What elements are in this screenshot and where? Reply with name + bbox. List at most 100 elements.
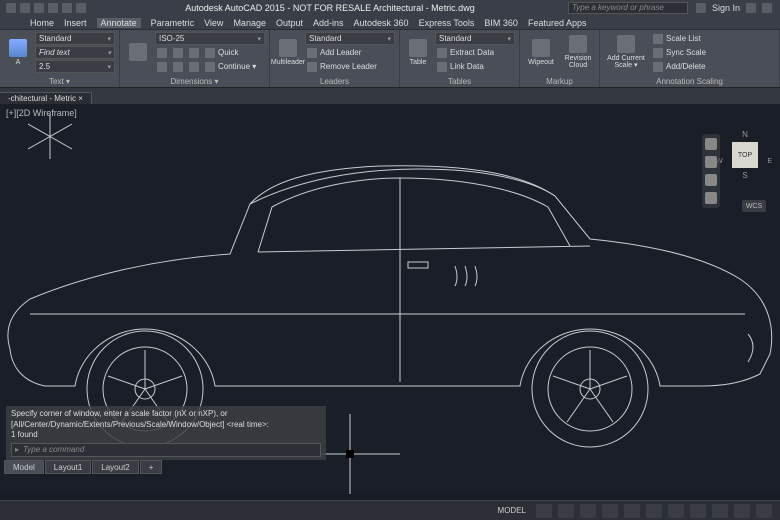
exchange-icon[interactable] xyxy=(746,3,756,13)
multileader-button[interactable]: Multileader xyxy=(274,32,302,72)
annoscale-icon[interactable] xyxy=(712,504,728,518)
mtext-icon xyxy=(9,39,27,57)
polar-toggle-icon[interactable] xyxy=(602,504,618,518)
dim-radius-icon xyxy=(173,62,183,72)
extract-data-button[interactable]: Extract Data xyxy=(435,46,515,59)
panel-dim-title[interactable]: Dimensions ▾ xyxy=(120,77,269,86)
tab-bim360[interactable]: BIM 360 xyxy=(484,18,518,28)
view-cube[interactable]: N W TOP E S xyxy=(722,130,768,190)
panel-markup: Wipeout Revision Cloud Markup xyxy=(520,30,600,87)
command-prompt-icon: ▸ xyxy=(15,445,19,455)
panel-text: A Standard Find text 2.5 Text ▾ xyxy=(0,30,120,87)
text-style-dropdown[interactable]: Standard xyxy=(35,32,115,45)
tab-express[interactable]: Express Tools xyxy=(419,18,475,28)
tab-addins[interactable]: Add-ins xyxy=(313,18,344,28)
grid-toggle-icon[interactable] xyxy=(536,504,552,518)
dim-style-dropdown[interactable]: ISO-25 xyxy=(155,32,265,45)
panel-dimensions: ISO-25 Quick Continue ▾ Dimensions ▾ xyxy=(120,30,270,87)
panel-text-title[interactable]: Text ▾ xyxy=(0,77,119,86)
file-tabs: -chitectural - Metric × xyxy=(0,88,780,104)
dimension-button[interactable] xyxy=(124,32,152,72)
workspace-icon[interactable] xyxy=(734,504,750,518)
help-search-input[interactable]: Type a keyword or phrase xyxy=(568,2,688,14)
add-delete-icon xyxy=(653,62,663,72)
continue-icon xyxy=(205,62,215,72)
dim-ordinate-button[interactable] xyxy=(187,60,201,73)
dim-aligned-button[interactable] xyxy=(171,46,185,59)
osnap-toggle-icon[interactable] xyxy=(624,504,640,518)
layout-tab-layout2[interactable]: Layout2 xyxy=(92,460,138,474)
tab-output[interactable]: Output xyxy=(276,18,303,28)
title-bar: Autodesk AutoCAD 2015 - NOT FOR RESALE A… xyxy=(0,0,780,16)
ortho-toggle-icon[interactable] xyxy=(580,504,596,518)
pan-icon[interactable] xyxy=(705,156,717,168)
remove-leader-button[interactable]: Remove Leader xyxy=(305,60,395,73)
tab-annotate[interactable]: Annotate xyxy=(97,18,141,28)
drawing-canvas[interactable]: [+][2D Wireframe] xyxy=(0,104,780,494)
add-delete-scale-button[interactable]: Add/Delete xyxy=(651,60,775,73)
model-space-toggle[interactable]: MODEL xyxy=(494,506,530,515)
add-leader-button[interactable]: Add Leader xyxy=(305,46,395,59)
customize-icon[interactable] xyxy=(756,504,772,518)
quick-access-toolbar xyxy=(0,3,92,13)
sign-in-button[interactable]: Sign In xyxy=(712,3,740,13)
dim-linear-button[interactable] xyxy=(155,46,169,59)
sync-scale-icon xyxy=(653,48,663,58)
app-menu-icon[interactable] xyxy=(6,3,16,13)
continue-dim-button[interactable]: Continue ▾ xyxy=(203,60,258,73)
wcs-label[interactable]: WCS xyxy=(742,200,766,212)
new-icon[interactable] xyxy=(20,3,30,13)
add-leader-icon xyxy=(307,48,317,58)
window-title: Autodesk AutoCAD 2015 - NOT FOR RESALE A… xyxy=(92,3,568,13)
tab-a360[interactable]: Autodesk 360 xyxy=(354,18,409,28)
layout-tab-add[interactable]: + xyxy=(140,460,163,474)
layout-tabs: Model Layout1 Layout2 + xyxy=(0,460,162,474)
open-icon[interactable] xyxy=(34,3,44,13)
zoom-extents-icon[interactable] xyxy=(705,174,717,186)
panel-tables-title[interactable]: Tables xyxy=(400,77,519,86)
save-icon[interactable] xyxy=(48,3,58,13)
command-input[interactable]: ▸ Type a command xyxy=(11,443,321,457)
revcloud-button[interactable]: Revision Cloud xyxy=(561,32,595,72)
redo-icon[interactable] xyxy=(76,3,86,13)
help-icon[interactable] xyxy=(762,3,772,13)
navigation-bar xyxy=(702,134,720,208)
layout-tab-layout1[interactable]: Layout1 xyxy=(45,460,91,474)
table-style-dropdown[interactable]: Standard xyxy=(435,32,515,45)
snap-toggle-icon[interactable] xyxy=(558,504,574,518)
mtext-button[interactable]: A xyxy=(4,32,32,72)
transparency-toggle-icon[interactable] xyxy=(690,504,706,518)
steering-wheel-icon[interactable] xyxy=(705,138,717,150)
tab-view[interactable]: View xyxy=(204,18,223,28)
wipeout-button[interactable]: Wipeout xyxy=(524,32,558,72)
panel-leaders-title[interactable]: Leaders xyxy=(270,77,399,86)
dim-angular-button[interactable] xyxy=(187,46,201,59)
dim-radius-button[interactable] xyxy=(171,60,185,73)
tab-insert[interactable]: Insert xyxy=(64,18,87,28)
orbit-icon[interactable] xyxy=(705,192,717,204)
link-data-button[interactable]: Link Data xyxy=(435,60,515,73)
find-text-input[interactable]: Find text xyxy=(35,46,115,59)
sync-scale-button[interactable]: Sync Scale xyxy=(651,46,775,59)
panel-markup-title: Markup xyxy=(520,77,599,86)
table-button[interactable]: Table xyxy=(404,32,432,72)
leader-style-dropdown[interactable]: Standard xyxy=(305,32,395,45)
layout-tab-model[interactable]: Model xyxy=(4,460,44,474)
tab-home[interactable]: Home xyxy=(30,18,54,28)
undo-icon[interactable] xyxy=(62,3,72,13)
viewcube-top-face[interactable]: TOP xyxy=(732,142,758,168)
user-icon[interactable] xyxy=(696,3,706,13)
quick-dim-icon xyxy=(205,48,215,58)
tab-parametric[interactable]: Parametric xyxy=(151,18,195,28)
file-tab-active[interactable]: -chitectural - Metric × xyxy=(0,92,92,104)
tab-manage[interactable]: Manage xyxy=(233,18,266,28)
quick-dim-button[interactable]: Quick xyxy=(203,46,240,59)
lineweight-toggle-icon[interactable] xyxy=(668,504,684,518)
tab-featured[interactable]: Featured Apps xyxy=(528,18,587,28)
otrack-toggle-icon[interactable] xyxy=(646,504,662,518)
text-height-dropdown[interactable]: 2.5 xyxy=(35,60,115,73)
viewcube-east: E xyxy=(767,158,772,165)
scale-list-button[interactable]: Scale List xyxy=(651,32,775,45)
dim-arc-button[interactable] xyxy=(155,60,169,73)
add-scale-button[interactable]: Add Current Scale ▾ xyxy=(604,32,648,72)
